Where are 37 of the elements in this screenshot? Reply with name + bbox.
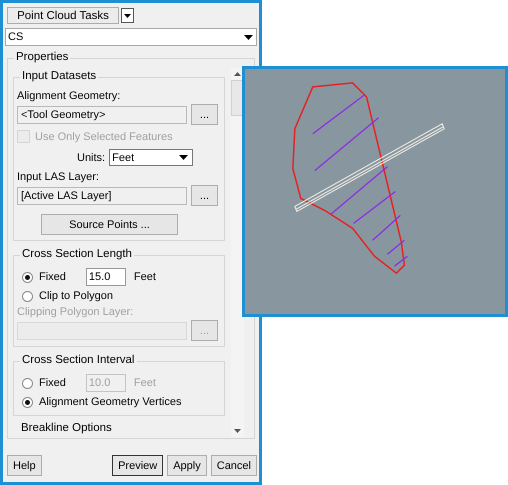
field-label: Units: xyxy=(77,152,106,164)
scroll-down-icon[interactable] xyxy=(234,429,241,433)
radio-button[interactable] xyxy=(22,290,33,302)
number-field[interactable]: 15.0 xyxy=(86,268,126,286)
dialog-button[interactable]: Apply xyxy=(167,455,207,476)
browse-button[interactable]: ... xyxy=(191,104,218,125)
browse-button[interactable]: ... xyxy=(191,185,218,206)
dialog-button[interactable]: Cancel xyxy=(210,455,257,476)
group-title: Cross Section Length xyxy=(20,248,134,260)
radio-label: Fixed xyxy=(39,377,66,389)
group-title: Breakline Options xyxy=(19,422,114,434)
scrollbar[interactable] xyxy=(231,68,244,437)
radio-button[interactable] xyxy=(22,396,33,408)
radio-label: Alignment Geometry Vertices xyxy=(39,396,182,408)
layer-field[interactable]: [Active LAS Layer] xyxy=(17,186,187,204)
dropdown-arrow-icon xyxy=(179,155,188,160)
units-dropdown[interactable]: Feet xyxy=(109,149,194,166)
field-label: Input LAS Layer: xyxy=(17,171,100,183)
unit-label: Feet xyxy=(134,377,156,389)
checkbox-label: Use Only Selected Features xyxy=(35,130,173,142)
radio-label: Clip to Polygon xyxy=(39,290,113,302)
field-label: Alignment Geometry: xyxy=(17,90,122,102)
task-menu-button[interactable]: Point Cloud Tasks xyxy=(7,7,119,24)
dialog-button[interactable]: Help xyxy=(7,455,42,476)
group-title: Properties xyxy=(14,51,70,63)
dropdown-arrow-icon xyxy=(244,34,253,40)
dialog-button[interactable]: Preview xyxy=(112,455,164,476)
group-title: Cross Section Interval xyxy=(20,354,136,366)
radio-label: Fixed xyxy=(39,271,66,283)
radio-button[interactable] xyxy=(22,272,33,282)
scroll-up-icon[interactable] xyxy=(234,72,241,76)
source-points-button[interactable]: Source Points ... xyxy=(41,214,178,235)
task-combo[interactable]: CS xyxy=(5,28,257,46)
group-title: Input Datasets xyxy=(20,70,98,82)
field-label: Clipping Polygon Layer: xyxy=(17,306,134,318)
layer-field[interactable]: <Tool Geometry> xyxy=(17,106,187,124)
unit-label: Feet xyxy=(134,271,156,283)
